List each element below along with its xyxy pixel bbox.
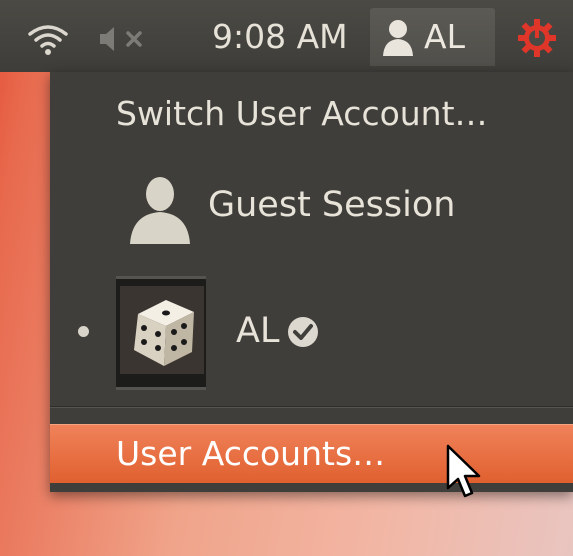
guest-session-item[interactable]: Guest Session: [208, 182, 455, 228]
clock[interactable]: 9:08 AM: [212, 14, 348, 60]
user-icon: [383, 20, 413, 56]
user-al-item[interactable]: AL: [236, 308, 279, 354]
user-menu-label: AL: [424, 17, 465, 56]
switch-user-account-item[interactable]: Switch User Account…: [116, 92, 488, 136]
power-gear-icon[interactable]: [515, 16, 559, 60]
check-icon: [288, 317, 318, 347]
menu-separator: [50, 406, 573, 408]
user-accounts-label: User Accounts…: [116, 434, 386, 473]
wifi-icon[interactable]: [26, 22, 70, 56]
dice-avatar: [120, 286, 204, 374]
current-session-dot: [78, 326, 89, 337]
mouse-cursor-icon: [446, 444, 481, 498]
mute-icon[interactable]: [98, 24, 162, 54]
guest-user-icon: [130, 177, 190, 244]
user-menu-dropdown: Switch User Account… Guest Session AL Us…: [50, 72, 573, 498]
top-panel: 9:08 AM AL: [0, 0, 573, 72]
